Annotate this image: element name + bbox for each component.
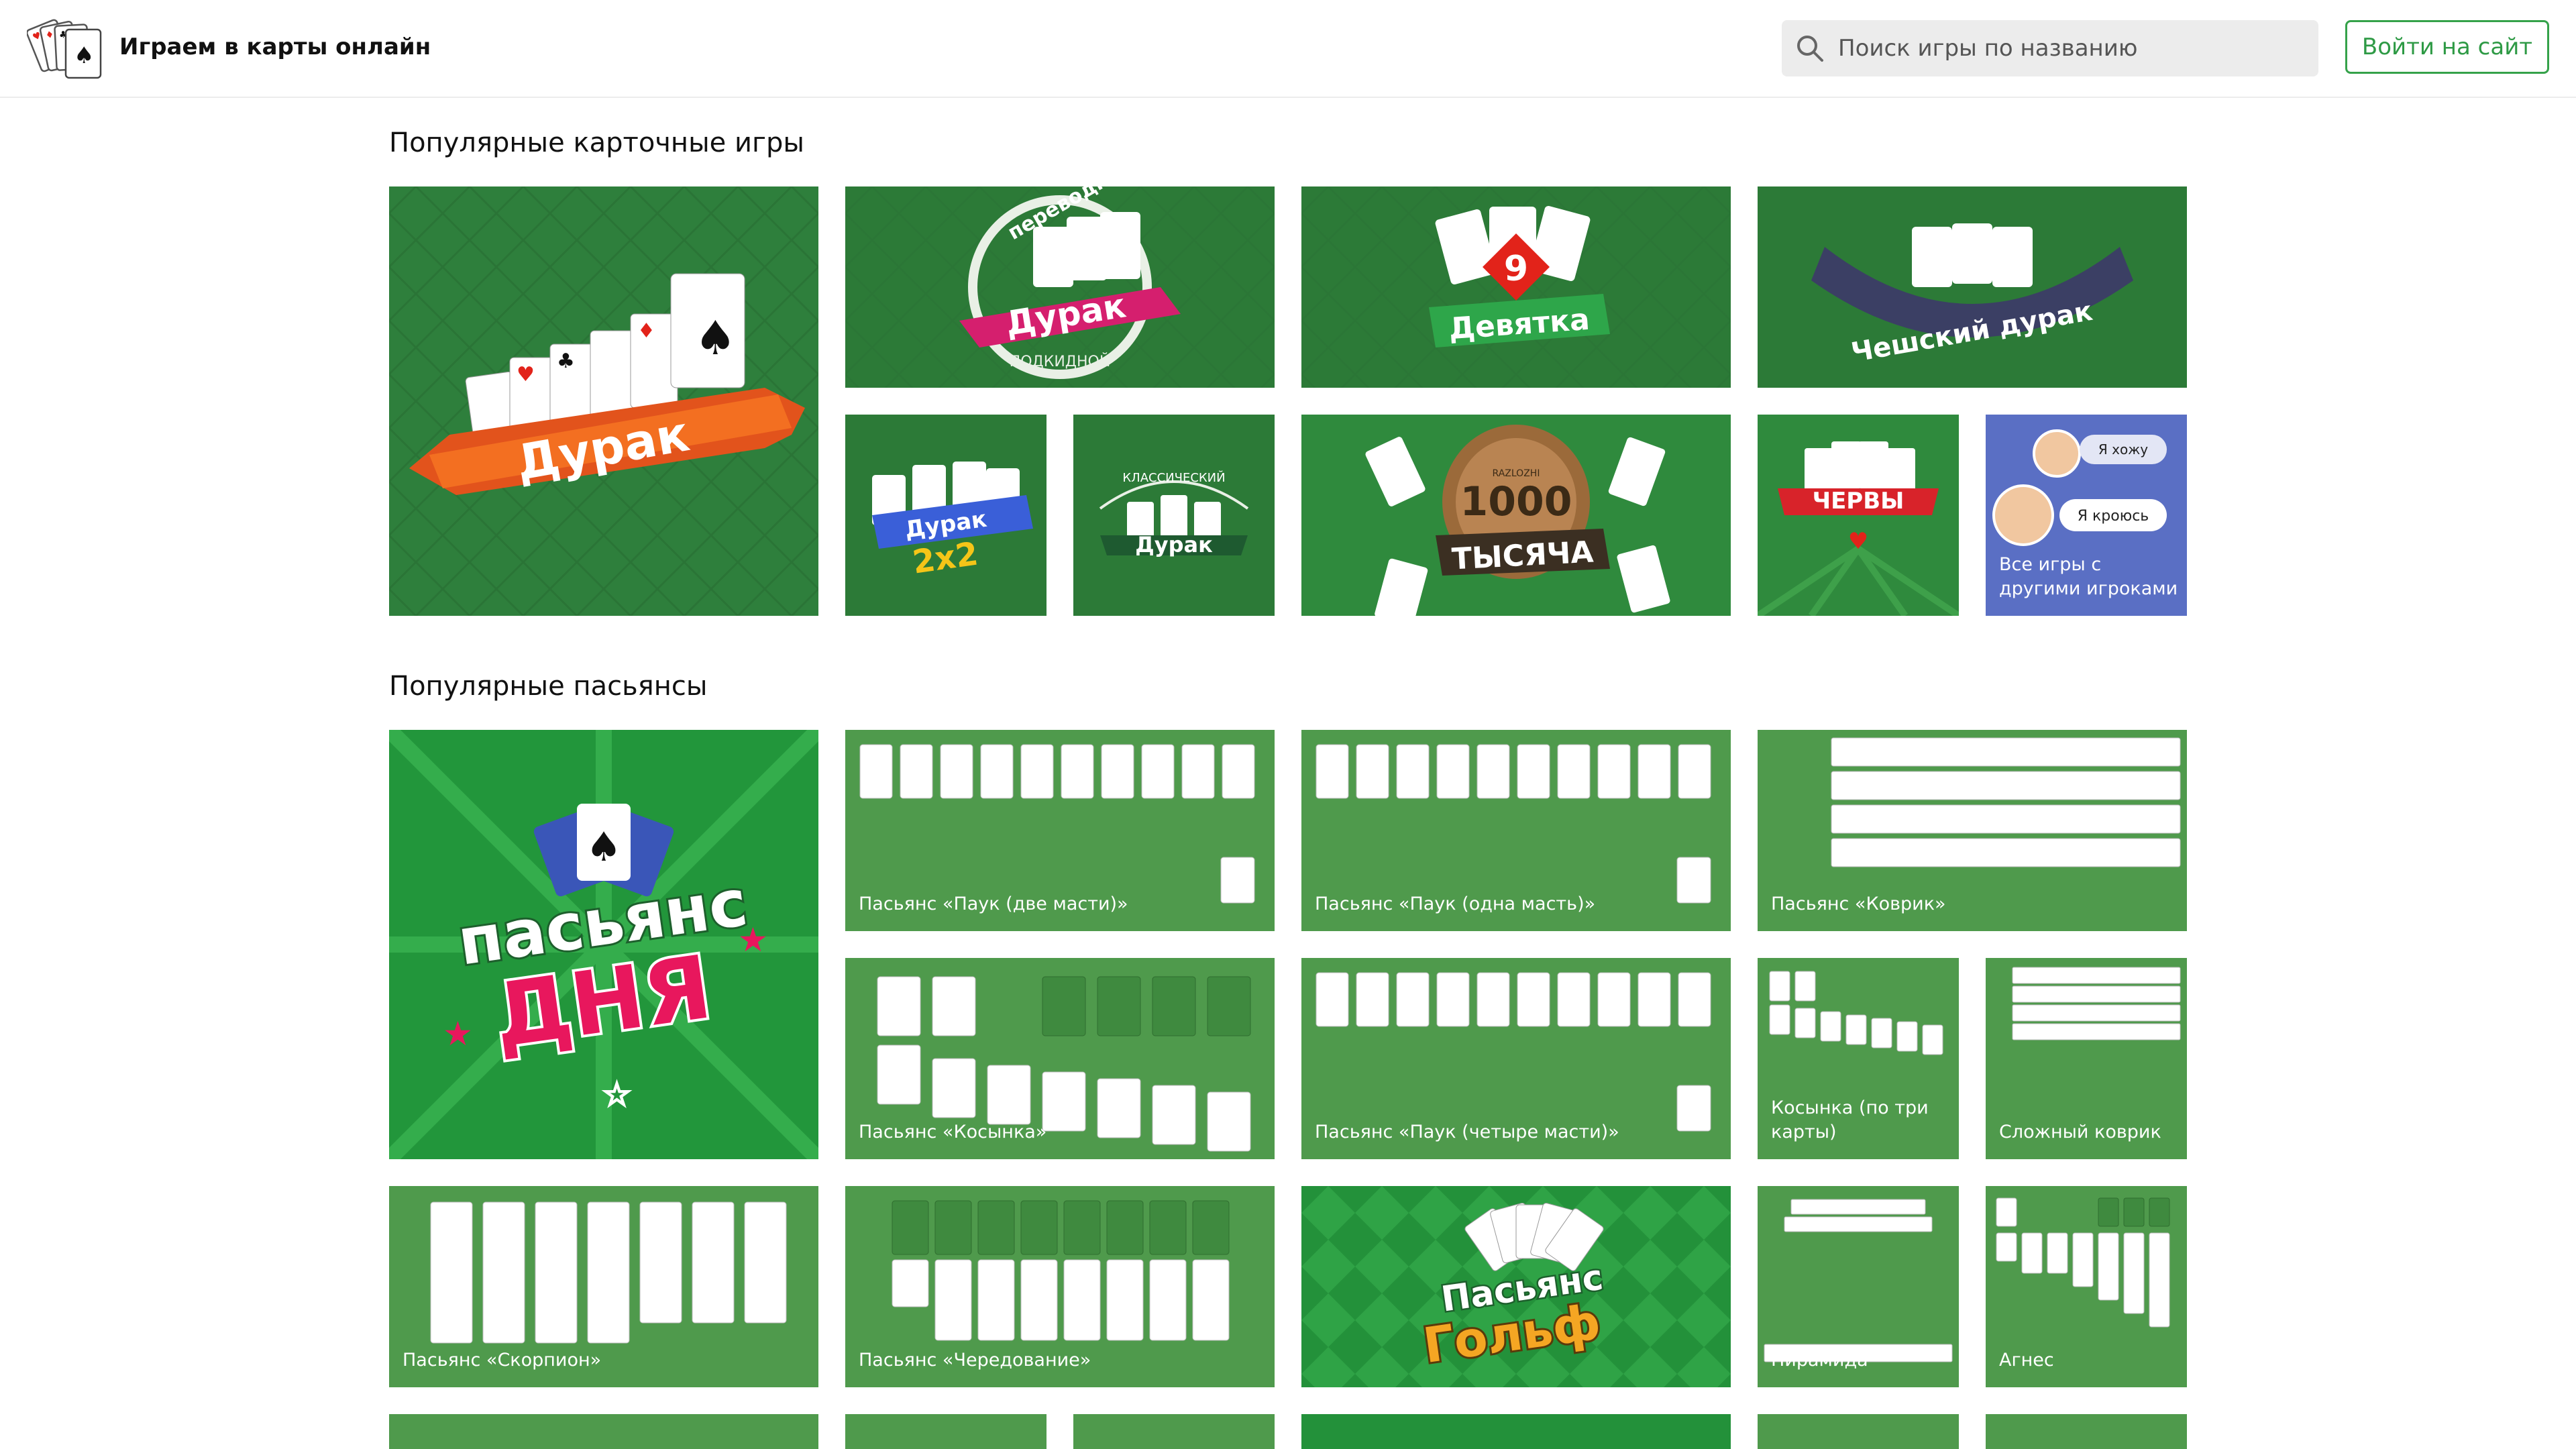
svg-text:♣: ♣ — [557, 350, 575, 373]
search-box[interactable] — [1782, 20, 2318, 76]
game-tile-all-online[interactable]: Я хожу Я кроюсь Все игры с другими игрок… — [1986, 415, 2187, 616]
alternation-label: Пасьянс «Чередование» — [859, 1350, 1091, 1371]
solitaire-tile-pyramid[interactable]: Пирамида — [1758, 1186, 1959, 1387]
cheshsky-art: Чешский дурак — [1758, 186, 2187, 388]
solitaire-tile-spider-1[interactable]: Пасьянс «Паук (одна масть)» — [1301, 730, 1731, 931]
star-icon: ★ — [738, 920, 768, 959]
site-header: ♥ ♦ ♣ ♠ Играем в карты онлайн Войти на с… — [0, 0, 2576, 98]
game-tile-devyatka[interactable]: 9 Девятка — [1301, 186, 1731, 388]
solitaire-tile-agnes[interactable]: Агнес — [1986, 1186, 2187, 1387]
solitaire-tile-row4-2[interactable] — [845, 1414, 1046, 1449]
site-title[interactable]: Играем в карты онлайн — [119, 34, 431, 60]
solitaires-title: Популярные пасьянсы — [389, 671, 708, 702]
chervy-banner: ЧЕРВЫ — [1813, 488, 1904, 515]
perevodnoy-badge-bottom: ПОДКИДНОЙ — [1010, 353, 1111, 370]
search-icon — [1797, 36, 1823, 62]
solitaire-tile-hard-kovrik[interactable]: Сложный коврик — [1986, 958, 2187, 1159]
solitaire-tile-row4-5[interactable] — [1758, 1414, 1959, 1449]
classic-art: КЛАССИЧЕСКИЙ Дурак — [1073, 415, 1275, 616]
solitaire-tile-spider-2[interactable]: Пасьянс «Паук (две масти)» — [845, 730, 1275, 931]
classic-banner: Дурак — [1135, 532, 1213, 557]
login-button[interactable]: Войти на сайт — [2345, 20, 2549, 74]
game-tile-cheshsky[interactable]: Чешский дурак — [1758, 186, 2187, 388]
golf-art: Пасьянс Гольф — [1301, 1186, 1731, 1387]
solitaire-tile-kosynka[interactable]: Пасьянс «Косынка» — [845, 958, 1275, 1159]
hard-kovrik-label: Сложный коврик — [1999, 1122, 2161, 1142]
player-avatar-1 — [2033, 429, 2081, 478]
solitaire-tile-row4-3[interactable] — [1073, 1414, 1275, 1449]
kosynka3-label: Косынка (по три карты) — [1771, 1097, 1929, 1142]
game-tile-classic-durak[interactable]: КЛАССИЧЕСКИЙ Дурак — [1073, 415, 1275, 616]
online-label: Все игры с другими игроками — [1999, 554, 2178, 599]
agnes-label: Агнес — [1999, 1350, 2054, 1371]
chervy-art: ЧЕРВЫ ♥ — [1758, 415, 1959, 616]
solitaire-tile-alternation[interactable]: Пасьянс «Чередование» — [845, 1186, 1275, 1387]
game-tile-tysyacha[interactable]: RAZLOZHI 1000 ТЫСЯЧА — [1301, 415, 1731, 616]
tysyacha-art: RAZLOZHI 1000 ТЫСЯЧА — [1301, 415, 1731, 616]
game-tile-chervy[interactable]: ЧЕРВЫ ♥ — [1758, 415, 1959, 616]
bubble-1: Я хожу — [2098, 441, 2148, 458]
spider2-label: Пасьянс «Паук (две масти)» — [859, 894, 1128, 914]
svg-text:♠: ♠ — [586, 824, 622, 871]
game-tile-perevodnoy[interactable]: переводной ПОДКИДНОЙ Дурак — [845, 186, 1275, 388]
tysyacha-number: 1000 — [1460, 478, 1572, 525]
solitaire-tile-row4-4[interactable] — [1301, 1414, 1731, 1449]
solitaire-tile-spider-4[interactable]: Пасьянс «Паук (четыре масти)» — [1301, 958, 1731, 1159]
bubble-2: Я кроюсь — [2078, 508, 2149, 525]
game-tile-durak[interactable]: ♠ ♥ ♣ ♦ Дурак — [389, 186, 818, 616]
spider4-label: Пасьянс «Паук (четыре масти)» — [1315, 1122, 1619, 1142]
player-avatar-2 — [1992, 484, 2054, 546]
pyramid-label: Пирамида — [1771, 1350, 1868, 1371]
tysyacha-small: RAZLOZHI — [1493, 468, 1540, 479]
daily-art: ♠ пасьянс ДНЯ ★ ★ ☆ — [389, 730, 818, 1159]
solitaire-tile-kosynka-3[interactable]: Косынка (по три карты) — [1758, 958, 1959, 1159]
site-logo[interactable]: ♥ ♦ ♣ ♠ — [27, 13, 109, 82]
solitaire-tile-kovrik[interactable]: Пасьянс «Коврик» — [1758, 730, 2187, 931]
solitaire-tile-scorpion[interactable]: Пасьянс «Скорпион» — [389, 1186, 818, 1387]
solitaire-tile-golf[interactable]: Пасьянс Гольф — [1301, 1186, 1731, 1387]
svg-text:♠: ♠ — [694, 311, 737, 366]
star-icon: ☆ — [602, 1076, 631, 1114]
perevodnoy-art: переводной ПОДКИДНОЙ Дурак — [845, 186, 1275, 388]
search-input[interactable] — [1838, 20, 2308, 76]
game-tile-durak-2x2[interactable]: Дурак 2x2 — [845, 415, 1046, 616]
durak-art: ♠ ♥ ♣ ♦ Дурак — [389, 186, 818, 616]
scorpion-label: Пасьянс «Скорпион» — [402, 1350, 602, 1371]
durak2x2-art: Дурак 2x2 — [845, 415, 1046, 616]
spider1-label: Пасьянс «Паук (одна масть)» — [1315, 894, 1596, 914]
devyatka-art: 9 Девятка — [1301, 186, 1731, 388]
card-games-title: Популярные карточные игры — [389, 127, 804, 158]
heart-icon: ♥ — [1848, 528, 1868, 555]
solitaire-tile-row4-6[interactable] — [1986, 1414, 2187, 1449]
kosynka-label: Пасьянс «Косынка» — [859, 1122, 1047, 1142]
svg-text:♦: ♦ — [637, 319, 655, 343]
kovrik-label: Пасьянс «Коврик» — [1771, 894, 1946, 914]
solitaire-tile-row4-1[interactable] — [389, 1414, 818, 1449]
svg-text:♥: ♥ — [517, 363, 535, 386]
devyatka-number: 9 — [1504, 249, 1528, 289]
svg-text:♠: ♠ — [74, 42, 94, 69]
classic-badge: КЛАССИЧЕСКИЙ — [1122, 470, 1225, 485]
star-icon: ★ — [443, 1014, 473, 1053]
solitaire-tile-daily[interactable]: ♠ пасьянс ДНЯ ★ ★ ☆ — [389, 730, 818, 1159]
